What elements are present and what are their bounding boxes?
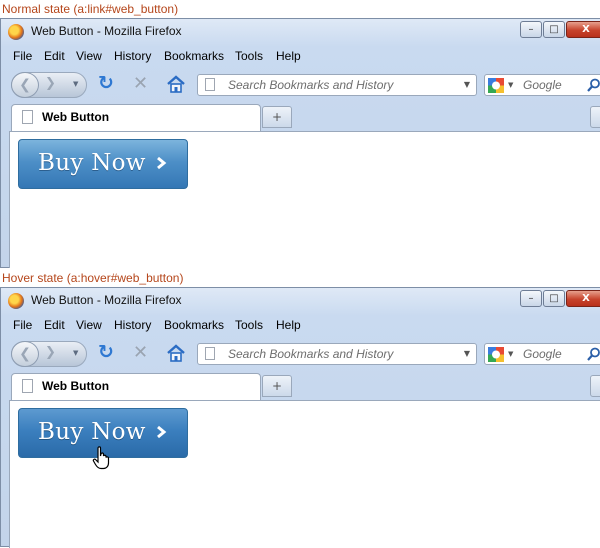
close-button[interactable]: X: [566, 290, 600, 307]
page-icon: [205, 347, 215, 360]
forward-arrow-icon[interactable]: ❯: [45, 345, 56, 360]
engine-dropdown-icon[interactable]: ▼: [508, 81, 513, 89]
browser-window-hover: Web Button - Mozilla Firefox – □ X File …: [0, 287, 600, 548]
url-bar[interactable]: Search Bookmarks and History ▼: [197, 74, 477, 96]
menu-tools[interactable]: Tools: [235, 49, 263, 63]
buy-now-label: Buy Now: [38, 150, 146, 176]
menu-tools[interactable]: Tools: [235, 318, 263, 332]
back-arrow-icon[interactable]: ❮: [11, 341, 39, 367]
tab-label: Web Button: [42, 379, 110, 393]
url-dropdown-icon[interactable]: ▼: [464, 349, 470, 358]
menu-view[interactable]: View: [76, 49, 102, 63]
engine-dropdown-icon[interactable]: ▼: [508, 350, 513, 358]
stop-icon[interactable]: ✕: [133, 342, 148, 363]
reload-icon[interactable]: ↻: [98, 341, 114, 363]
url-bar[interactable]: Search Bookmarks and History ▼: [197, 343, 477, 365]
title-bar: Web Button - Mozilla Firefox – □ X: [1, 288, 600, 314]
back-forward-group: ❮ ❯ ▼: [11, 72, 87, 98]
state-caption-normal: Normal state (a:link#web_button): [2, 2, 179, 16]
menu-history[interactable]: History: [114, 318, 151, 332]
search-bar[interactable]: ▼ Google: [484, 343, 600, 365]
forward-arrow-icon[interactable]: ❯: [45, 76, 56, 91]
chevron-right-icon: [157, 425, 167, 439]
menu-bar: File Edit View History Bookmarks Tools H…: [1, 45, 600, 67]
title-bar: Web Button - Mozilla Firefox – □ X: [1, 19, 600, 45]
stop-icon[interactable]: ✕: [133, 73, 148, 94]
window-title: Web Button - Mozilla Firefox: [31, 293, 182, 307]
reload-icon[interactable]: ↻: [98, 72, 114, 94]
menu-bookmarks[interactable]: Bookmarks: [164, 49, 224, 63]
browser-window-normal: Web Button - Mozilla Firefox – □ X File …: [0, 18, 600, 268]
history-dropdown-icon[interactable]: ▼: [73, 80, 78, 88]
search-icon[interactable]: [587, 78, 600, 93]
new-tab-button[interactable]: +: [262, 106, 292, 128]
firefox-logo-icon: [8, 293, 24, 309]
new-tab-button[interactable]: +: [262, 375, 292, 397]
menu-edit[interactable]: Edit: [44, 318, 65, 332]
url-placeholder: Search Bookmarks and History: [228, 78, 394, 92]
menu-help[interactable]: Help: [276, 49, 301, 63]
list-all-tabs-button[interactable]: [590, 106, 600, 128]
maximize-button[interactable]: □: [543, 290, 565, 307]
minimize-button[interactable]: –: [520, 21, 542, 38]
close-button[interactable]: X: [566, 21, 600, 38]
menu-bookmarks[interactable]: Bookmarks: [164, 318, 224, 332]
state-caption-hover: Hover state (a:hover#web_button): [2, 271, 184, 285]
url-dropdown-icon[interactable]: ▼: [464, 80, 470, 89]
search-bar[interactable]: ▼ Google: [484, 74, 600, 96]
maximize-button[interactable]: □: [543, 21, 565, 38]
search-placeholder: Google: [523, 78, 562, 92]
page-content: Buy Now: [9, 400, 600, 548]
buy-now-label: Buy Now: [38, 419, 146, 445]
menu-file[interactable]: File: [13, 49, 32, 63]
url-placeholder: Search Bookmarks and History: [228, 347, 394, 361]
menu-bar: File Edit View History Bookmarks Tools H…: [1, 314, 600, 336]
firefox-logo-icon: [8, 24, 24, 40]
list-all-tabs-button[interactable]: [590, 375, 600, 397]
page-icon: [205, 78, 215, 91]
page-icon: [22, 110, 33, 124]
google-icon[interactable]: [488, 347, 504, 362]
navigation-toolbar: ❮ ❯ ▼ ↻ ✕ Search Bookmarks and History ▼…: [1, 67, 600, 101]
tab-strip: Web Button +: [1, 101, 600, 131]
tab-strip: Web Button +: [1, 370, 600, 400]
menu-view[interactable]: View: [76, 318, 102, 332]
tab-web-button[interactable]: Web Button: [11, 373, 261, 400]
menu-history[interactable]: History: [114, 49, 151, 63]
back-arrow-icon[interactable]: ❮: [11, 72, 39, 98]
history-dropdown-icon[interactable]: ▼: [73, 349, 78, 357]
google-icon[interactable]: [488, 78, 504, 93]
page-content: Buy Now: [9, 131, 600, 268]
hand-cursor-icon: [92, 446, 110, 470]
back-forward-group: ❮ ❯ ▼: [11, 341, 87, 367]
home-icon[interactable]: [166, 75, 186, 93]
tab-label: Web Button: [42, 110, 110, 124]
menu-edit[interactable]: Edit: [44, 49, 65, 63]
home-icon[interactable]: [166, 344, 186, 362]
menu-file[interactable]: File: [13, 318, 32, 332]
navigation-toolbar: ❮ ❯ ▼ ↻ ✕ Search Bookmarks and History ▼…: [1, 336, 600, 370]
chevron-right-icon: [157, 156, 167, 170]
window-title: Web Button - Mozilla Firefox: [31, 24, 182, 38]
page-icon: [22, 379, 33, 393]
search-placeholder: Google: [523, 347, 562, 361]
tab-web-button[interactable]: Web Button: [11, 104, 261, 131]
search-icon[interactable]: [587, 347, 600, 362]
minimize-button[interactable]: –: [520, 290, 542, 307]
buy-now-button[interactable]: Buy Now: [18, 139, 188, 189]
menu-help[interactable]: Help: [276, 318, 301, 332]
